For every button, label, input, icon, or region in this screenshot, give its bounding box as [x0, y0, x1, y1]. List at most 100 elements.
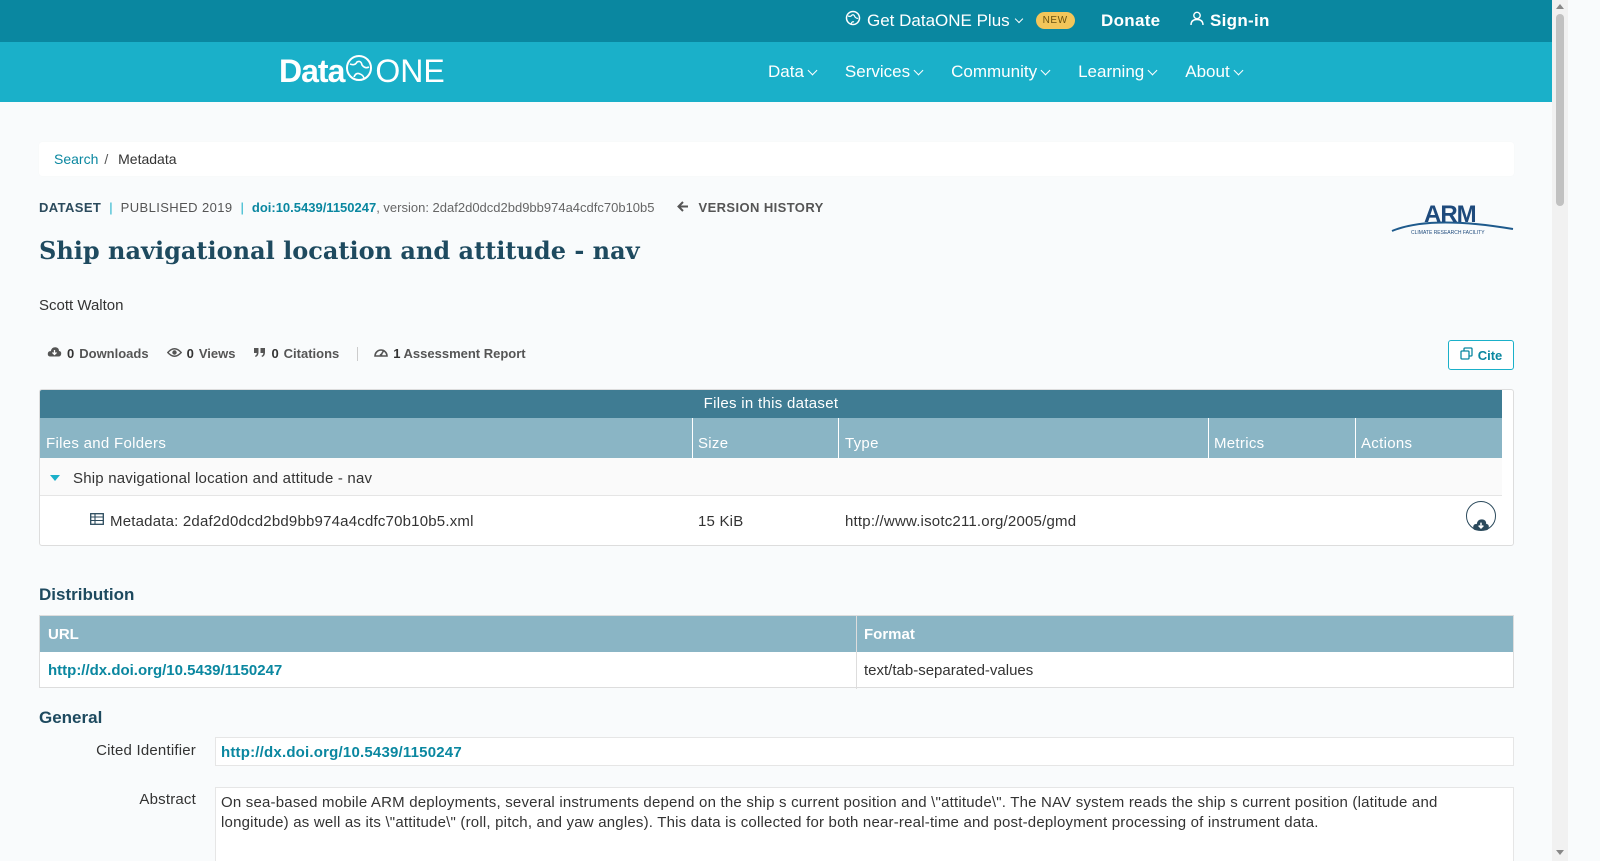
file-type: http://www.isotc211.org/2005/gmd [845, 513, 1077, 530]
folder-row[interactable]: Ship navigational location and attitude … [40, 458, 1502, 496]
nav-item-community[interactable]: Community [951, 62, 1051, 82]
files-table: Files in this dataset Files and Folders … [39, 389, 1514, 546]
files-table-title: Files in this dataset [40, 390, 1502, 418]
arrow-left-icon [676, 200, 689, 215]
citations-count: 0 [271, 346, 279, 361]
cite-label: Cite [1477, 347, 1503, 363]
dataset-meta-line: DATASET | PUBLISHED 2019 | doi:10.5439/1… [39, 200, 824, 215]
scrollbar-thumb[interactable] [1556, 14, 1564, 206]
chevron-down-icon [807, 65, 818, 75]
quote-icon [253, 346, 266, 361]
nav-item-about[interactable]: About [1185, 62, 1244, 82]
assessment-report-metric[interactable]: 1 Assessment Report [374, 346, 526, 361]
column-url: URL [48, 626, 79, 643]
cite-button[interactable]: Cite [1448, 340, 1514, 370]
column-files-and-folders: Files and Folders [46, 435, 167, 452]
column-type: Type [845, 435, 879, 452]
abstract-value: On sea-based mobile ARM deployments, sev… [215, 787, 1514, 861]
nav-label: Services [844, 62, 911, 81]
column-actions: Actions [1361, 435, 1413, 452]
distribution-url-link[interactable]: http://dx.doi.org/10.5439/1150247 [48, 662, 282, 679]
cloud-download-icon [47, 346, 62, 361]
metrics-divider [357, 346, 359, 361]
nav-label: Community [951, 62, 1038, 81]
downloads-metric[interactable]: 0 Downloads [47, 346, 149, 361]
arm-logo-subtext: CLIMATE RESEARCH FACILITY [1411, 230, 1485, 236]
scroll-up-icon[interactable] [1556, 4, 1564, 9]
distribution-heading: Distribution [39, 585, 135, 604]
dataset-author[interactable]: Scott Walton [39, 297, 123, 314]
sign-in-label: Sign-in [1210, 11, 1270, 30]
meta-separator: | [109, 200, 113, 215]
version-history-label: VERSION HISTORY [698, 200, 824, 215]
main-nav-bar: Data ONE Data Services Community Learnin… [0, 42, 1552, 102]
downloads-count: 0 [67, 346, 75, 361]
version-history-link[interactable]: VERSION HISTORY [676, 200, 824, 215]
arm-logo: ARM CLIMATE RESEARCH FACILITY [1390, 193, 1515, 238]
folder-name: Ship navigational location and attitude … [73, 470, 373, 487]
column-divider [838, 418, 839, 458]
scroll-down-icon[interactable] [1556, 850, 1564, 855]
chevron-down-icon [1040, 65, 1051, 75]
chevron-down-icon [1014, 14, 1023, 23]
doi-link[interactable]: doi:10.5439/1150247 [252, 200, 376, 215]
dataset-metrics: 0 Downloads 0 Views 0 Citations 1 Assess… [47, 346, 544, 361]
dataone-logo[interactable]: Data ONE [279, 53, 445, 90]
column-divider [1355, 418, 1356, 458]
cited-identifier-label: Cited Identifier [96, 742, 196, 759]
nav-label: About [1185, 62, 1230, 81]
nav-label: Learning [1078, 62, 1145, 81]
column-format: Format [864, 626, 915, 643]
citations-label: Citations [283, 346, 340, 361]
cloud-download-icon [1472, 518, 1490, 536]
meta-separator: | [240, 200, 244, 215]
donate-link[interactable]: Donate [1101, 11, 1160, 31]
files-table-header: Files and Folders Size Type Metrics Acti… [40, 418, 1502, 458]
dataset-type-label: DATASET [39, 200, 102, 215]
sign-in-link[interactable]: Sign-in [1190, 11, 1270, 31]
cited-identifier-value: http://dx.doi.org/10.5439/1150247 [215, 737, 1514, 766]
citations-metric[interactable]: 0 Citations [253, 346, 339, 361]
downloads-label: Downloads [79, 346, 149, 361]
eye-icon [166, 346, 182, 361]
caret-down-icon[interactable] [50, 475, 60, 481]
get-dataone-plus-menu[interactable]: Get DataONE Plus NEW [845, 10, 1075, 31]
nav-item-services[interactable]: Services [844, 62, 924, 82]
column-divider [1208, 418, 1209, 458]
arm-logo-text: ARM [1424, 201, 1476, 228]
general-heading: General [39, 708, 103, 727]
nav-item-data[interactable]: Data [768, 62, 818, 82]
chevron-down-icon [1233, 65, 1244, 75]
column-divider [692, 418, 693, 458]
distribution-row: http://dx.doi.org/10.5439/1150247 text/t… [40, 652, 1513, 689]
new-badge: NEW [1035, 12, 1075, 29]
user-icon [1190, 11, 1204, 31]
copy-icon [1460, 347, 1473, 363]
file-row[interactable]: Metadata: 2daf2d0dcd2bd9bb974a4cdfc70b10… [40, 497, 1502, 545]
file-size: 15 KiB [698, 513, 744, 530]
download-button[interactable] [1466, 501, 1496, 531]
page-scrollbar[interactable] [1552, 0, 1568, 861]
breadcrumb-search-link[interactable]: Search [54, 151, 98, 167]
views-metric[interactable]: 0 Views [166, 346, 235, 361]
distribution-table-header: URL Format [40, 616, 1513, 652]
published-label: PUBLISHED 2019 [120, 200, 233, 215]
logo-one-text: ONE [375, 53, 445, 89]
file-name: Metadata: 2daf2d0dcd2bd9bb974a4cdfc70b10… [110, 513, 474, 530]
nav-item-learning[interactable]: Learning [1078, 62, 1158, 82]
globe-logo-icon [345, 53, 373, 90]
chevron-down-icon [1147, 65, 1158, 75]
get-dataone-plus-label: Get DataONE Plus [867, 10, 1010, 30]
logo-data-text: Data [279, 53, 345, 89]
assessment-count: 1 [393, 346, 401, 361]
top-bar: Get DataONE Plus NEW Donate Sign-in [0, 0, 1552, 42]
abstract-label: Abstract [139, 791, 196, 808]
nav-label: Data [768, 62, 804, 81]
nav-menu: Data Services Community Learning About [768, 62, 1271, 82]
breadcrumb: Search / Metadata [39, 142, 1514, 176]
column-size: Size [698, 435, 729, 452]
breadcrumb-current: Metadata [118, 151, 177, 167]
cited-identifier-link[interactable]: http://dx.doi.org/10.5439/1150247 [221, 744, 462, 761]
version-text: , version: 2daf2d0dcd2bd9bb974a4cdfc70b1… [376, 200, 655, 215]
assessment-label: Assessment Report [403, 346, 526, 361]
